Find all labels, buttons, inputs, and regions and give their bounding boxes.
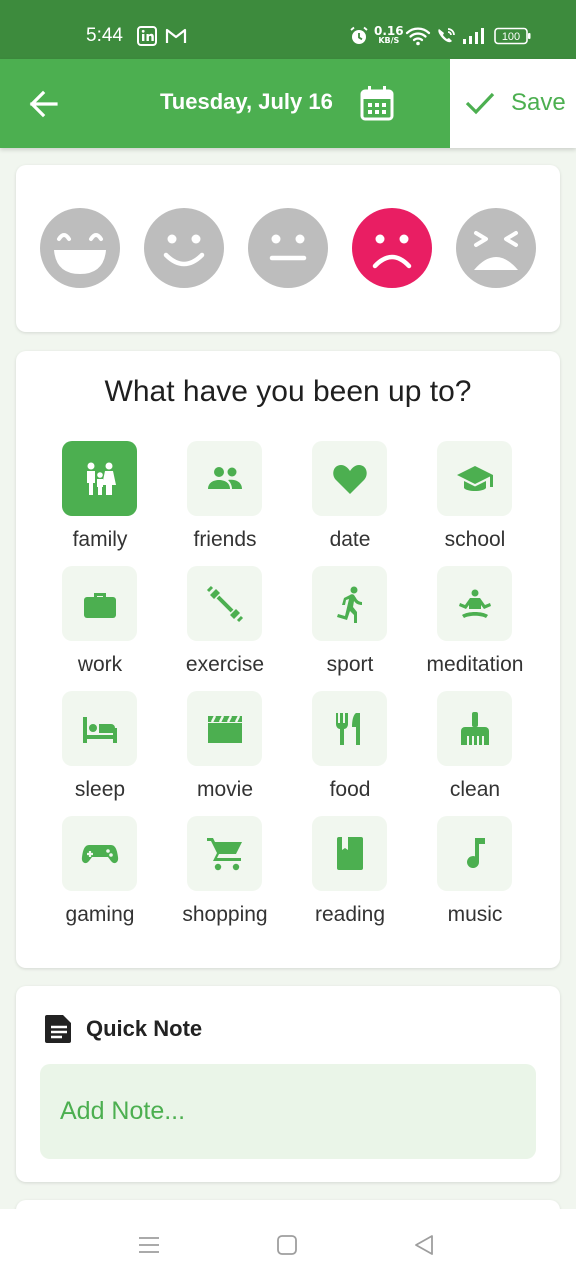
activity-label: movie	[196, 778, 254, 801]
net-speed-value: 0.16	[374, 24, 404, 38]
document-icon	[44, 1014, 74, 1048]
save-label: Save	[511, 89, 566, 116]
activity-label: gaming	[65, 903, 135, 926]
activity-label: school	[444, 528, 506, 551]
mood-meh-button[interactable]	[248, 208, 328, 288]
activity-label: music	[447, 903, 503, 926]
mood-bad-button[interactable]	[352, 208, 432, 288]
gmail-icon	[165, 26, 187, 50]
activity-tile	[437, 566, 512, 641]
activity-school[interactable]: school	[425, 441, 525, 556]
activity-tile	[312, 691, 387, 766]
activity-label: clean	[449, 778, 501, 801]
activity-label: friends	[193, 528, 257, 551]
back-triangle-icon[interactable]	[412, 1233, 436, 1261]
net-speed: 0.16 KB/S	[374, 24, 404, 45]
activity-work[interactable]: work	[50, 566, 150, 681]
calendar-icon	[360, 86, 394, 125]
activity-tile	[187, 691, 262, 766]
mood-rad-button[interactable]	[40, 208, 120, 288]
activity-tile	[437, 441, 512, 516]
activity-tile	[187, 441, 262, 516]
activity-label: shopping	[182, 903, 268, 926]
mood-entry-screen: 5:44 0.16 KB/S 100 Tuesday, July 16 Save…	[0, 0, 576, 1280]
activity-reading[interactable]: reading	[300, 816, 400, 931]
activity-tile	[62, 441, 137, 516]
activity-food[interactable]: food	[300, 691, 400, 806]
activity-label: exercise	[185, 653, 265, 676]
mood-good-button[interactable]	[144, 208, 224, 288]
activity-label: family	[72, 528, 128, 551]
calendar-button[interactable]	[360, 85, 394, 121]
mood-awful-button[interactable]	[456, 208, 536, 288]
save-button[interactable]: Save	[450, 59, 576, 148]
activity-tile	[437, 691, 512, 766]
activity-sport[interactable]: sport	[300, 566, 400, 681]
activity-sleep[interactable]: sleep	[50, 691, 150, 806]
activity-label: work	[77, 653, 123, 676]
activity-exercise[interactable]: exercise	[175, 566, 275, 681]
activity-shopping[interactable]: shopping	[175, 816, 275, 931]
activity-tile	[312, 441, 387, 516]
activity-tile	[62, 816, 137, 891]
activity-label: sleep	[74, 778, 126, 801]
quick-note-card: Quick Note	[16, 986, 560, 1182]
menu-icon[interactable]	[137, 1233, 161, 1261]
activity-date[interactable]: date	[300, 441, 400, 556]
activities-card: What have you been up to? family friends	[16, 351, 560, 968]
activity-label: meditation	[426, 653, 524, 676]
signal-icon	[462, 27, 488, 49]
linkedin-icon	[137, 26, 157, 50]
wifi-call-icon	[435, 26, 457, 50]
battery-level: 100	[502, 31, 520, 43]
activity-family[interactable]: family	[50, 441, 150, 556]
arrow-left-icon	[26, 90, 62, 125]
activity-tile	[437, 816, 512, 891]
activity-tile	[312, 566, 387, 641]
activity-label: date	[329, 528, 371, 551]
activity-movie[interactable]: movie	[175, 691, 275, 806]
activity-label: reading	[314, 903, 386, 926]
activity-tile	[62, 691, 137, 766]
activity-music[interactable]: music	[425, 816, 525, 931]
alarm-icon	[349, 26, 369, 50]
net-speed-unit: KB/S	[378, 36, 400, 45]
home-icon[interactable]	[275, 1233, 299, 1261]
activity-tile	[187, 816, 262, 891]
activity-meditation[interactable]: meditation	[425, 566, 525, 681]
app-bar: Tuesday, July 16 Save	[0, 59, 576, 148]
activity-friends[interactable]: friends	[175, 441, 275, 556]
battery-icon: 100	[494, 27, 532, 49]
status-time: 5:44	[86, 25, 123, 46]
entry-date-title: Tuesday, July 16	[160, 89, 333, 114]
activities-title: What have you been up to?	[104, 375, 472, 408]
activity-tile	[62, 566, 137, 641]
activity-tile	[187, 566, 262, 641]
back-button[interactable]	[26, 87, 62, 121]
wifi-icon	[405, 26, 431, 50]
note-input[interactable]	[40, 1064, 536, 1159]
mood-selector-card	[16, 165, 560, 332]
activity-label: food	[329, 778, 371, 801]
activity-gaming[interactable]: gaming	[50, 816, 150, 931]
activity-label: sport	[326, 653, 374, 676]
system-nav-bar	[0, 1209, 576, 1280]
quick-note-title: Quick Note	[86, 1016, 203, 1041]
activity-clean[interactable]: clean	[425, 691, 525, 806]
activity-tile	[312, 816, 387, 891]
status-bar: 5:44 0.16 KB/S 100	[0, 0, 576, 59]
